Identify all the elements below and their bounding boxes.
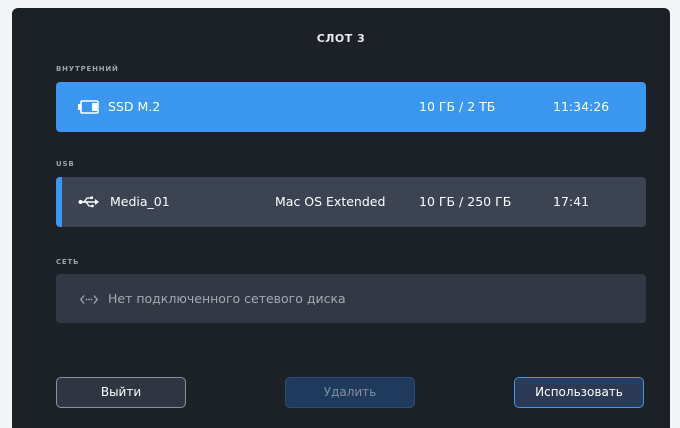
- usb-icon: [78, 196, 100, 211]
- drive-name: SSD M.2: [108, 99, 161, 114]
- exit-button[interactable]: Выйти: [56, 377, 186, 408]
- drive-time: 11:34:26: [553, 99, 610, 114]
- use-button[interactable]: Использовать: [514, 377, 644, 408]
- drive-row-ssd[interactable]: SSD M.2 10 ГБ / 2 ТБ 11:34:26: [56, 82, 646, 132]
- network-icon: [79, 293, 99, 308]
- section-label-network: СЕТЬ: [56, 258, 80, 266]
- drive-usage: 10 ГБ / 2 ТБ: [419, 99, 496, 114]
- storage-dialog: СЛОТ 3 ВНУТРЕННИЙ SSD M.2 10 ГБ / 2 ТБ 1…: [12, 8, 670, 428]
- section-label-internal: ВНУТРЕННИЙ: [56, 65, 119, 73]
- dialog-title: СЛОТ 3: [316, 32, 366, 45]
- selection-indicator: [56, 177, 62, 227]
- network-drive-row: Нет подключенного сетевого диска: [56, 274, 646, 323]
- drive-row-usb[interactable]: Media_01 Mac OS Extended 10 ГБ / 250 ГБ …: [56, 177, 646, 227]
- ssd-icon: [78, 100, 100, 117]
- no-network-message: Нет подключенного сетевого диска: [108, 291, 346, 306]
- drive-format: Mac OS Extended: [275, 194, 386, 209]
- drive-name: Media_01: [110, 194, 170, 209]
- drive-time: 17:41: [553, 194, 590, 209]
- drive-usage: 10 ГБ / 250 ГБ: [419, 194, 512, 209]
- section-label-usb: USB: [56, 160, 75, 168]
- delete-button[interactable]: Удалить: [285, 377, 415, 408]
